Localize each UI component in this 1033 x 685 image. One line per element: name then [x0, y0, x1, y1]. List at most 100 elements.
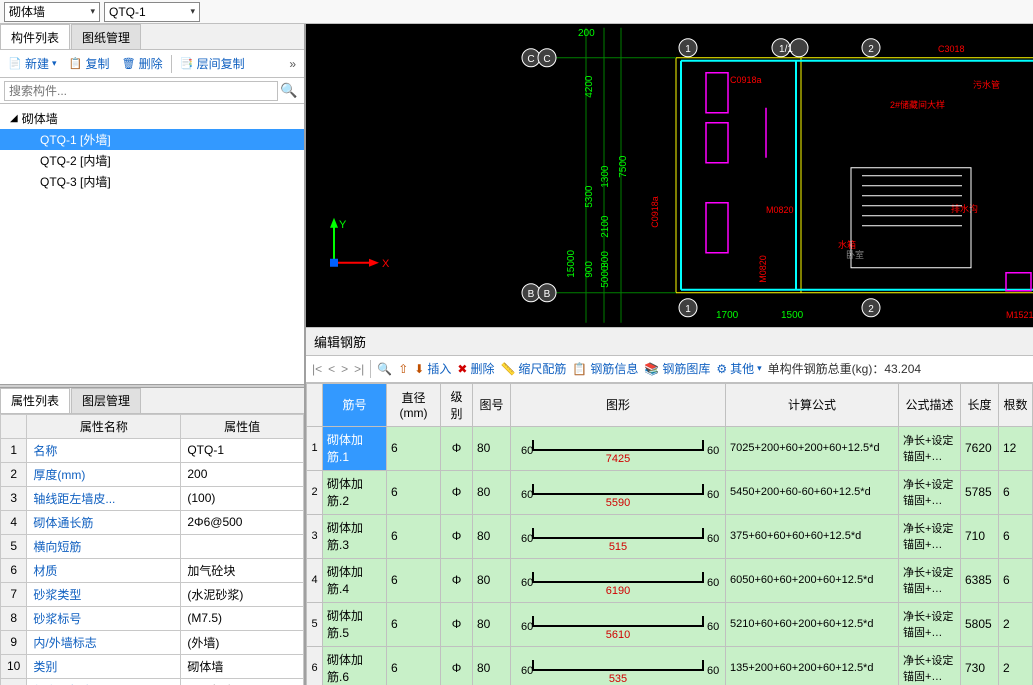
rebar-name[interactable]: 砌体加筋.6 — [323, 646, 387, 685]
rebar-grade[interactable]: Φ — [441, 558, 473, 602]
col-grade[interactable]: 级别 — [441, 383, 473, 426]
search-input[interactable] — [4, 81, 278, 101]
cad-viewport[interactable]: 7500 4200 5300 2100 5000 15000 1300 300 … — [306, 24, 1033, 327]
tree-item[interactable]: QTQ-1 [外墙] — [0, 129, 304, 150]
delete-button[interactable]: 🗑删除 — [118, 53, 167, 74]
rebar-count[interactable]: 2 — [999, 602, 1033, 646]
property-row[interactable]: 9内/外墙标志(外墙) — [1, 630, 304, 654]
ratio-button[interactable]: 📏缩尺配筋 — [500, 360, 566, 377]
rebar-grade[interactable]: Φ — [441, 426, 473, 470]
nav-first[interactable]: |< — [312, 362, 322, 376]
prop-value[interactable]: QTQ-1 — [181, 438, 304, 462]
rebar-formula[interactable]: 5210+60+60+200+60+12.5*d — [726, 602, 899, 646]
export-icon[interactable]: ⇧ — [398, 362, 408, 376]
rebar-desc[interactable]: 净长+设定锚固+… — [899, 646, 961, 685]
rebar-shape[interactable]: 60619060 — [511, 558, 726, 602]
component-combo[interactable]: QTQ-1▾ — [104, 2, 200, 22]
rebar-name[interactable]: 砌体加筋.2 — [323, 470, 387, 514]
prop-value[interactable]: 200 — [181, 462, 304, 486]
col-formula[interactable]: 计算公式 — [726, 383, 899, 426]
rebar-grade[interactable]: Φ — [441, 602, 473, 646]
nav-prev[interactable]: < — [328, 362, 335, 376]
rebar-dia[interactable]: 6 — [387, 602, 441, 646]
rebar-grade[interactable]: Φ — [441, 514, 473, 558]
tree-item[interactable]: QTQ-2 [内墙] — [0, 150, 304, 171]
rebar-desc[interactable]: 净长+设定锚固+… — [899, 558, 961, 602]
rebar-count[interactable]: 6 — [999, 558, 1033, 602]
rebar-row[interactable]: 2砌体加筋.26Φ80605590605450+200+60-60+60+12.… — [307, 470, 1033, 514]
col-name[interactable]: 筋号 — [323, 383, 387, 426]
property-row[interactable]: 1名称QTQ-1 — [1, 438, 304, 462]
rebar-len[interactable]: 6385 — [961, 558, 999, 602]
insert-button[interactable]: ⬇插入 — [414, 360, 451, 377]
prop-value[interactable]: 2Φ6@500 — [181, 510, 304, 534]
nav-next[interactable]: > — [341, 362, 348, 376]
rebar-fig[interactable]: 80 — [473, 646, 511, 685]
tab-drawing-mgmt[interactable]: 图纸管理 — [71, 24, 141, 49]
rebar-desc[interactable]: 净长+设定锚固+… — [899, 470, 961, 514]
rebar-fig[interactable]: 80 — [473, 602, 511, 646]
rebar-len[interactable]: 5805 — [961, 602, 999, 646]
tab-layers[interactable]: 图层管理 — [71, 388, 141, 413]
rebar-name[interactable]: 砌体加筋.5 — [323, 602, 387, 646]
rebar-dia[interactable]: 6 — [387, 558, 441, 602]
prop-value[interactable]: 加气砼块 — [181, 558, 304, 582]
rebar-row[interactable]: 3砌体加筋.36Φ806051560375+60+60+60+60+12.5*d… — [307, 514, 1033, 558]
rebar-formula[interactable]: 6050+60+60+200+60+12.5*d — [726, 558, 899, 602]
search-icon[interactable]: 🔍 — [278, 82, 300, 99]
rebar-formula[interactable]: 5450+200+60-60+60+12.5*d — [726, 470, 899, 514]
property-row[interactable]: 10类别砌体墙 — [1, 654, 304, 678]
rebar-desc[interactable]: 净长+设定锚固+… — [899, 426, 961, 470]
rebar-name[interactable]: 砌体加筋.1 — [323, 426, 387, 470]
rebar-count[interactable]: 12 — [999, 426, 1033, 470]
rebar-fig[interactable]: 80 — [473, 426, 511, 470]
copy-button[interactable]: 📋复制 — [65, 53, 114, 74]
property-row[interactable]: 5横向短筋 — [1, 534, 304, 558]
rebar-name[interactable]: 砌体加筋.4 — [323, 558, 387, 602]
category-combo[interactable]: 砌体墙▾ — [4, 2, 100, 22]
tab-properties[interactable]: 属性列表 — [0, 388, 70, 413]
rebar-grade[interactable]: Φ — [441, 646, 473, 685]
property-row[interactable]: 2厚度(mm)200 — [1, 462, 304, 486]
rebar-len[interactable]: 5785 — [961, 470, 999, 514]
rebar-row[interactable]: 5砌体加筋.56Φ80605610605210+60+60+200+60+12.… — [307, 602, 1033, 646]
lib-button[interactable]: 📚钢筋图库 — [644, 360, 710, 377]
rebar-len[interactable]: 730 — [961, 646, 999, 685]
rebar-dia[interactable]: 6 — [387, 514, 441, 558]
prop-value[interactable]: 层顶标高(4) — [181, 678, 304, 685]
prop-value[interactable]: 砌体墙 — [181, 654, 304, 678]
tree-root[interactable]: ◢砌体墙 — [0, 108, 304, 129]
rebar-count[interactable]: 2 — [999, 646, 1033, 685]
rebar-formula[interactable]: 135+200+60+200+60+12.5*d — [726, 646, 899, 685]
col-count[interactable]: 根数 — [999, 383, 1033, 426]
prop-value[interactable]: (M7.5) — [181, 606, 304, 630]
rebar-row[interactable]: 6砌体加筋.66Φ806053560135+200+60+200+60+12.5… — [307, 646, 1033, 685]
rebar-len[interactable]: 710 — [961, 514, 999, 558]
tab-component-list[interactable]: 构件列表 — [0, 24, 70, 49]
rebar-dia[interactable]: 6 — [387, 470, 441, 514]
property-row[interactable]: 11起点顶标高(m)层顶标高(4) — [1, 678, 304, 685]
rebar-formula[interactable]: 7025+200+60+200+60+12.5*d — [726, 426, 899, 470]
property-row[interactable]: 3轴线距左墙皮...(100) — [1, 486, 304, 510]
rebar-row[interactable]: 1砌体加筋.16Φ80607425607025+200+60+200+60+12… — [307, 426, 1033, 470]
prop-value[interactable]: (水泥砂浆) — [181, 582, 304, 606]
prop-value[interactable] — [181, 534, 304, 558]
new-button[interactable]: 📄新建▾ — [4, 53, 61, 74]
col-dia[interactable]: 直径(mm) — [387, 383, 441, 426]
col-len[interactable]: 长度 — [961, 383, 999, 426]
rebar-shape[interactable]: 60559060 — [511, 470, 726, 514]
rebar-desc[interactable]: 净长+设定锚固+… — [899, 602, 961, 646]
property-row[interactable]: 8砂浆标号(M7.5) — [1, 606, 304, 630]
rebar-dia[interactable]: 6 — [387, 646, 441, 685]
rebar-count[interactable]: 6 — [999, 514, 1033, 558]
more-arrow-icon[interactable]: » — [285, 57, 300, 71]
rebar-dia[interactable]: 6 — [387, 426, 441, 470]
property-row[interactable]: 7砂浆类型(水泥砂浆) — [1, 582, 304, 606]
prop-value[interactable]: (100) — [181, 486, 304, 510]
prop-value[interactable]: (外墙) — [181, 630, 304, 654]
floor-copy-button[interactable]: 📑层间复制 — [176, 53, 249, 74]
nav-last[interactable]: >| — [354, 362, 364, 376]
rebar-shape[interactable]: 60561060 — [511, 602, 726, 646]
other-button[interactable]: ⚙其他▾ — [716, 360, 761, 377]
tree-item[interactable]: QTQ-3 [内墙] — [0, 171, 304, 192]
